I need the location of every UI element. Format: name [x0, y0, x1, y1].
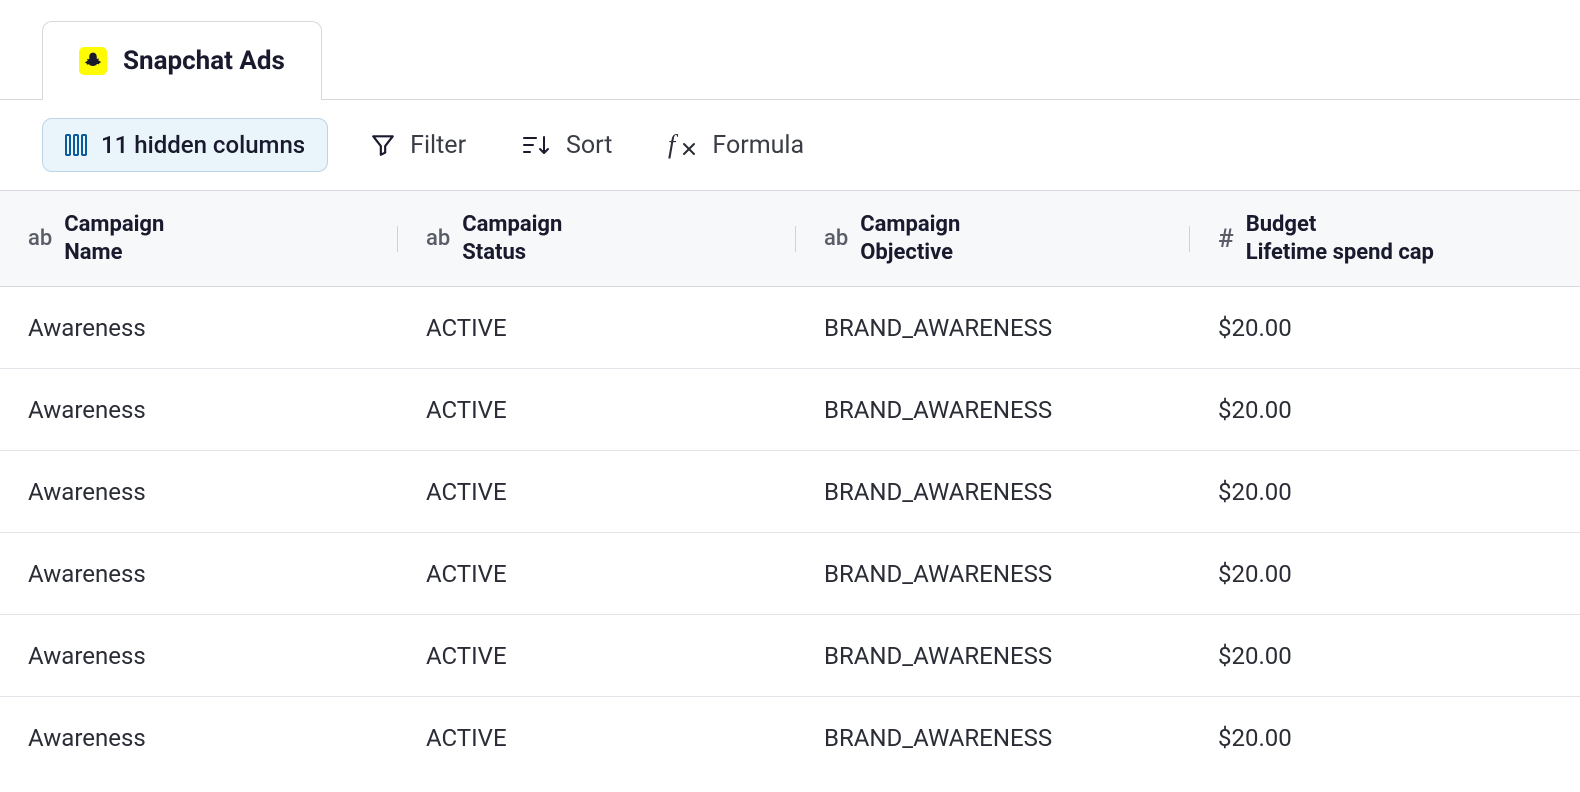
cell-objective: BRAND_AWARENESS — [796, 724, 1190, 752]
sort-button[interactable]: Sort — [508, 119, 626, 172]
column-label: BudgetLifetime spend cap — [1246, 211, 1434, 266]
column-header-name[interactable]: ab CampaignName — [0, 211, 398, 266]
table-row[interactable]: Awareness ACTIVE BRAND_AWARENESS $20.00 — [0, 697, 1580, 779]
cell-status: ACTIVE — [398, 642, 796, 670]
text-type-icon: ab — [426, 226, 450, 251]
cell-objective: BRAND_AWARENESS — [796, 396, 1190, 424]
number-type-icon: # — [1218, 224, 1234, 254]
cell-budget: $20.00 — [1190, 478, 1580, 506]
cell-status: ACTIVE — [398, 478, 796, 506]
table-row[interactable]: Awareness ACTIVE BRAND_AWARENESS $20.00 — [0, 287, 1580, 369]
cell-status: ACTIVE — [398, 396, 796, 424]
cell-status: ACTIVE — [398, 724, 796, 752]
cell-budget: $20.00 — [1190, 724, 1580, 752]
sort-label: Sort — [566, 131, 612, 160]
table-row[interactable]: Awareness ACTIVE BRAND_AWARENESS $20.00 — [0, 451, 1580, 533]
column-label: CampaignName — [64, 211, 164, 266]
tab-snapchat-ads[interactable]: Snapchat Ads — [42, 21, 322, 100]
cell-objective: BRAND_AWARENESS — [796, 560, 1190, 588]
svg-text:f: f — [668, 131, 679, 159]
hidden-columns-label: 11 hidden columns — [101, 131, 305, 159]
formula-button[interactable]: f Formula — [654, 119, 818, 172]
snapchat-icon — [79, 47, 107, 75]
cell-budget: $20.00 — [1190, 642, 1580, 670]
sort-icon — [522, 132, 552, 158]
cell-budget: $20.00 — [1190, 396, 1580, 424]
cell-status: ACTIVE — [398, 314, 796, 342]
table-row[interactable]: Awareness ACTIVE BRAND_AWARENESS $20.00 — [0, 615, 1580, 697]
tabs-bar: Snapchat Ads — [0, 0, 1580, 100]
formula-icon: f — [668, 131, 698, 159]
cell-objective: BRAND_AWARENESS — [796, 642, 1190, 670]
text-type-icon: ab — [824, 226, 848, 251]
hidden-columns-button[interactable]: 11 hidden columns — [42, 118, 328, 172]
text-type-icon: ab — [28, 226, 52, 251]
cell-budget: $20.00 — [1190, 314, 1580, 342]
column-header-objective[interactable]: ab CampaignObjective — [796, 211, 1190, 266]
column-header-status[interactable]: ab CampaignStatus — [398, 211, 796, 266]
filter-button[interactable]: Filter — [356, 119, 480, 172]
toolbar: 11 hidden columns Filter Sort f — [0, 100, 1580, 190]
column-header-budget[interactable]: # BudgetLifetime spend cap — [1190, 211, 1580, 266]
cell-name: Awareness — [0, 396, 398, 424]
column-label: CampaignStatus — [462, 211, 562, 266]
table-header: ab CampaignName ab CampaignStatus ab Cam… — [0, 190, 1580, 287]
cell-objective: BRAND_AWARENESS — [796, 478, 1190, 506]
cell-name: Awareness — [0, 724, 398, 752]
cell-name: Awareness — [0, 478, 398, 506]
formula-label: Formula — [712, 131, 804, 160]
cell-name: Awareness — [0, 314, 398, 342]
column-label: CampaignObjective — [860, 211, 960, 266]
filter-label: Filter — [410, 131, 466, 160]
table-row[interactable]: Awareness ACTIVE BRAND_AWARENESS $20.00 — [0, 369, 1580, 451]
cell-objective: BRAND_AWARENESS — [796, 314, 1190, 342]
cell-status: ACTIVE — [398, 560, 796, 588]
cell-name: Awareness — [0, 560, 398, 588]
cell-name: Awareness — [0, 642, 398, 670]
cell-budget: $20.00 — [1190, 560, 1580, 588]
tab-label: Snapchat Ads — [123, 46, 285, 76]
columns-icon — [65, 134, 87, 156]
table-body: Awareness ACTIVE BRAND_AWARENESS $20.00 … — [0, 287, 1580, 779]
table-row[interactable]: Awareness ACTIVE BRAND_AWARENESS $20.00 — [0, 533, 1580, 615]
funnel-icon — [370, 132, 396, 158]
